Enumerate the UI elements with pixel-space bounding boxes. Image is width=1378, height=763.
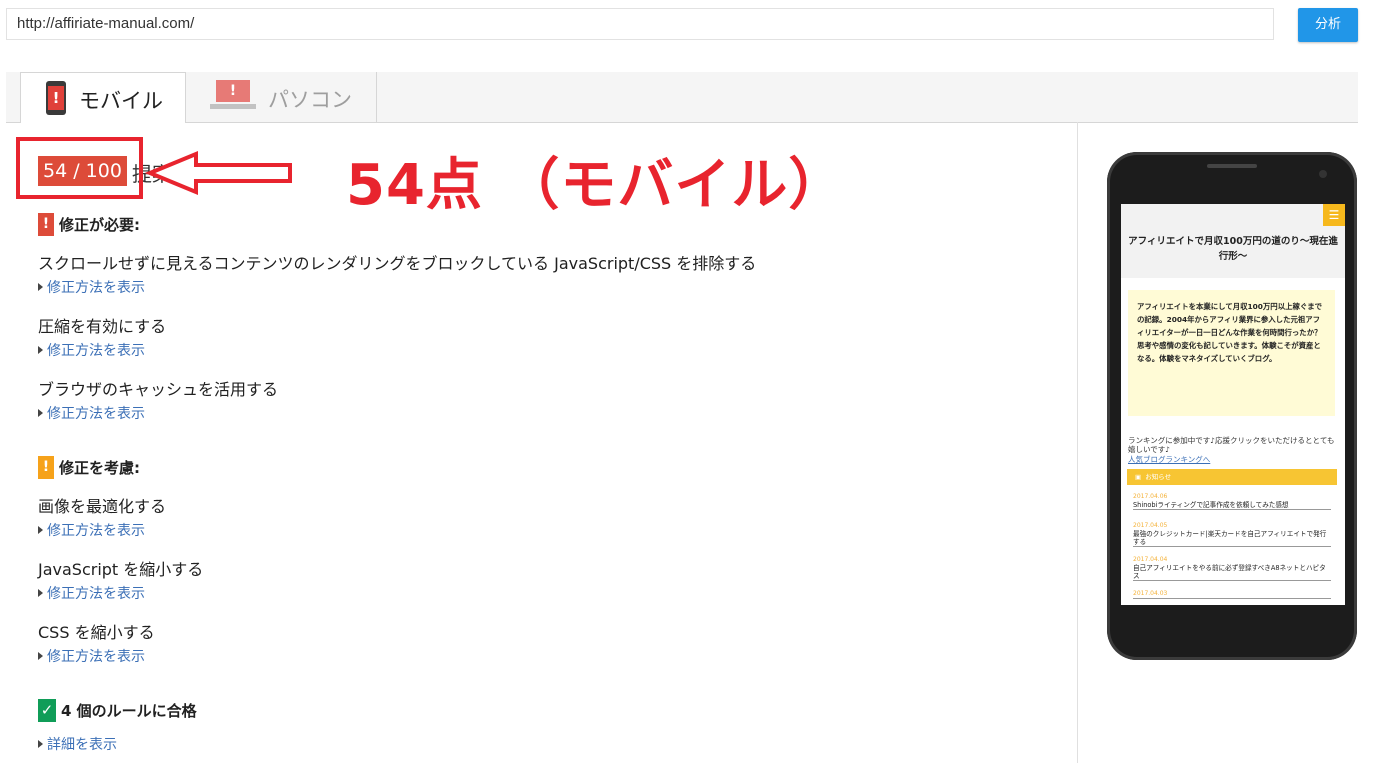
caret-right-icon <box>38 740 43 748</box>
show-fix-link[interactable]: 修正方法を表示 <box>38 403 145 423</box>
device-tab-strip: ! モバイル ! パソコン <box>6 72 1358 123</box>
url-input[interactable]: http://affiriate-manual.com/ <box>6 8 1274 40</box>
tab-mobile[interactable]: ! モバイル <box>20 72 186 123</box>
consider-fix-heading-label: 修正を考慮: <box>59 459 140 477</box>
ranking-link: 人気ブログランキングへ <box>1128 455 1211 464</box>
desktop-warning-icon: ! <box>210 80 256 110</box>
rule-title: ブラウザのキャッシュを活用する <box>38 380 279 399</box>
panel-divider <box>1077 122 1078 763</box>
warning-icon: ! <box>38 456 54 479</box>
show-fix-link[interactable]: 修正方法を表示 <box>38 340 145 360</box>
phone-camera <box>1319 170 1327 178</box>
mobile-preview-screen: ☰ アフィリエイトで月収100万円の道のり〜現在進行形〜 アフィリエイトを本業に… <box>1121 204 1345 605</box>
caret-right-icon <box>38 346 43 354</box>
caret-right-icon <box>38 652 43 660</box>
caret-right-icon <box>38 409 43 417</box>
error-icon: ! <box>38 213 54 236</box>
tab-desktop-label: パソコン <box>268 88 352 112</box>
tab-desktop[interactable]: ! パソコン <box>186 72 377 122</box>
score-annotation: 54点 （モバイル） <box>346 153 846 218</box>
must-fix-heading: ! 修正が必要: <box>38 213 140 236</box>
caret-right-icon <box>38 589 43 597</box>
annotation-arrow <box>144 151 292 195</box>
tab-mobile-label: モバイル <box>79 89 163 113</box>
rule-title: スクロールせずに見えるコンテンツのレンダリングをブロックしている JavaScr… <box>38 254 757 273</box>
show-fix-link[interactable]: 修正方法を表示 <box>38 277 145 297</box>
show-details-link[interactable]: 詳細を表示 <box>38 734 117 754</box>
show-fix-link[interactable]: 修正方法を表示 <box>38 583 145 603</box>
rule-title: CSS を縮小する <box>38 623 155 642</box>
news-item: 2017.04.06 Shinobiライティングで記事作成を依頼してみた感想 <box>1133 493 1331 510</box>
site-intro: アフィリエイトを本業にして月収100万円以上稼ぐまでの記録。2004年からアフィ… <box>1128 290 1335 416</box>
passed-heading-label: 4 個のルールに合格 <box>61 702 197 720</box>
phone-speaker <box>1207 164 1257 168</box>
rule-title: 圧縮を有効にする <box>38 317 167 336</box>
hamburger-menu-icon: ☰ <box>1323 204 1345 226</box>
show-fix-link[interactable]: 修正方法を表示 <box>38 646 145 666</box>
ranking-text: ランキングに参加中です♪応援クリックをいただけるととても嬉しいです♪ <box>1128 436 1335 454</box>
analyze-button[interactable]: 分析 <box>1298 8 1358 42</box>
site-header: ☰ アフィリエイトで月収100万円の道のり〜現在進行形〜 <box>1121 204 1345 278</box>
consider-fix-heading: ! 修正を考慮: <box>38 456 140 479</box>
news-item: 2017.04.05 最強のクレジットカード|楽天カードを自己アフィリエイトで発… <box>1133 522 1331 547</box>
mobile-preview-phone: ☰ アフィリエイトで月収100万円の道のり〜現在進行形〜 アフィリエイトを本業に… <box>1107 152 1357 660</box>
caret-right-icon <box>38 526 43 534</box>
score-highlight-box <box>16 137 143 199</box>
mobile-warning-icon: ! <box>46 81 66 115</box>
news-bar: ▣ お知らせ <box>1127 469 1337 485</box>
rule-title: 画像を最適化する <box>38 497 167 516</box>
site-title: アフィリエイトで月収100万円の道のり〜現在進行形〜 <box>1128 236 1338 262</box>
caret-right-icon <box>38 283 43 291</box>
rule-title: JavaScript を縮小する <box>38 560 204 579</box>
news-item: 2017.04.04 自己アフィリエイトをやる前に必ず登録すべきA8ネットとハピ… <box>1133 556 1331 581</box>
news-item: 2017.04.03 <box>1133 590 1331 599</box>
passed-heading: ✓ 4 個のルールに合格 <box>38 699 197 722</box>
checkmark-icon: ✓ <box>38 699 56 722</box>
show-fix-link[interactable]: 修正方法を表示 <box>38 520 145 540</box>
must-fix-heading-label: 修正が必要: <box>59 216 140 234</box>
